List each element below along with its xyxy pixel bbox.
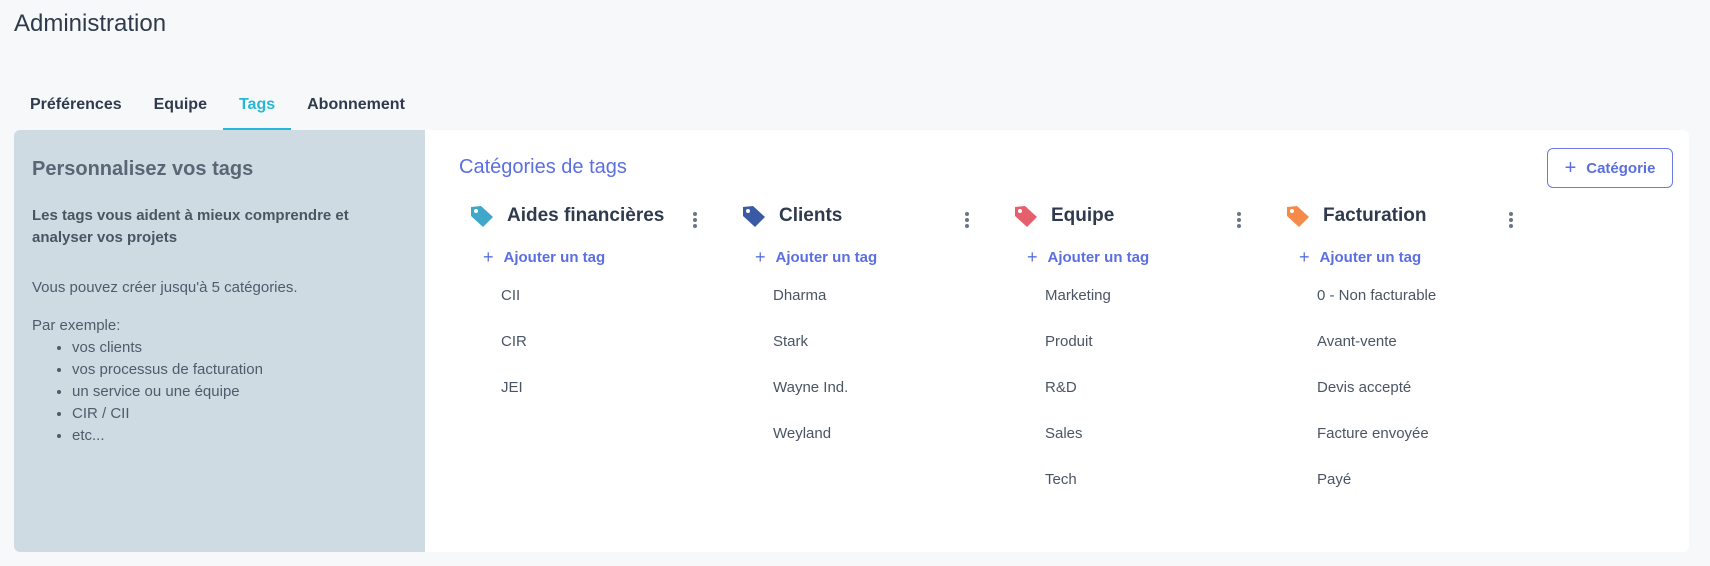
tag-item[interactable]: R&D [1045, 378, 1285, 424]
tag-item[interactable]: Tech [1045, 470, 1285, 516]
add-tag-label: Ajouter un tag [503, 248, 606, 266]
category-title: Aides financières [507, 205, 665, 226]
tag-icon [741, 204, 767, 228]
tag-item[interactable]: Facture envoyée [1317, 424, 1557, 470]
tab-preferences[interactable]: Préférences [14, 90, 138, 130]
tag-item[interactable]: Marketing [1045, 286, 1285, 332]
sidebar-examples-label: Par exemple: [32, 317, 121, 334]
sidebar-examples-list: vos clients vos processus de facturation… [32, 337, 407, 447]
tag-item[interactable]: Produit [1045, 332, 1285, 378]
tag-list: Marketing Produit R&D Sales Tech [1045, 286, 1285, 516]
sidebar-title: Personnalisez vos tags [32, 158, 254, 180]
tag-item[interactable]: Payé [1317, 470, 1557, 516]
tag-item[interactable]: 0 - Non facturable [1317, 286, 1557, 332]
add-category-button[interactable]: + Catégorie [1547, 148, 1673, 188]
tag-list: 0 - Non facturable Avant-vente Devis acc… [1317, 286, 1557, 516]
category-menu-icon[interactable] [689, 210, 701, 230]
category-column-equipe: Equipe + Ajouter un tag Marketing Produi… [1013, 204, 1285, 516]
add-tag-button[interactable]: + Ajouter un tag [1299, 246, 1557, 268]
tag-item[interactable]: Sales [1045, 424, 1285, 470]
add-tag-button[interactable]: + Ajouter un tag [1027, 246, 1285, 268]
category-column-clients: Clients + Ajouter un tag Dharma Stark Wa… [741, 204, 1013, 516]
tag-item[interactable]: Wayne Ind. [773, 378, 1013, 424]
tags-panel: Personnalisez vos tags Les tags vous aid… [14, 130, 1689, 552]
tag-item[interactable]: Weyland [773, 424, 1013, 470]
list-item: etc... [72, 425, 407, 447]
categories-title: Catégories de tags [459, 156, 627, 178]
tab-tags[interactable]: Tags [222, 90, 292, 130]
tag-icon [1285, 204, 1311, 228]
add-tag-button[interactable]: + Ajouter un tag [755, 246, 1013, 268]
plus-icon: + [483, 247, 494, 267]
tag-icon [1013, 204, 1039, 228]
category-title: Equipe [1051, 205, 1115, 226]
category-columns: Aides financières + Ajouter un tag CII C… [469, 204, 1557, 516]
page-title: Administration [14, 10, 167, 37]
tag-list: Dharma Stark Wayne Ind. Weyland [773, 286, 1013, 470]
plus-icon: + [1027, 247, 1038, 267]
tag-icon [469, 204, 495, 228]
sidebar-intro: Les tags vous aident à mieux comprendre … [32, 207, 349, 246]
sidebar-limit-text: Vous pouvez créer jusqu'à 5 catégories. [32, 279, 298, 296]
tab-abonnement[interactable]: Abonnement [291, 90, 421, 130]
category-column-facturation: Facturation + Ajouter un tag 0 - Non fac… [1285, 204, 1557, 516]
tag-item[interactable]: Devis accepté [1317, 378, 1557, 424]
add-tag-button[interactable]: + Ajouter un tag [483, 246, 741, 268]
category-title: Facturation [1323, 205, 1427, 226]
tag-item[interactable]: Stark [773, 332, 1013, 378]
tag-item[interactable]: CIR [501, 332, 741, 378]
add-tag-label: Ajouter un tag [1047, 248, 1150, 266]
add-category-label: Catégorie [1586, 159, 1656, 177]
categories-area: Catégories de tags + Catégorie Aides fin… [425, 130, 1689, 552]
category-menu-icon[interactable] [961, 210, 973, 230]
tab-equipe[interactable]: Equipe [138, 90, 223, 130]
list-item: vos clients [72, 337, 407, 359]
tag-item[interactable]: Avant-vente [1317, 332, 1557, 378]
tag-list: CII CIR JEI [501, 286, 741, 424]
tab-bar: Préférences Equipe Tags Abonnement [14, 90, 421, 130]
help-sidebar: Personnalisez vos tags Les tags vous aid… [14, 130, 425, 552]
tag-item[interactable]: Dharma [773, 286, 1013, 332]
plus-icon: + [755, 247, 766, 267]
category-column-aides-financieres: Aides financières + Ajouter un tag CII C… [469, 204, 741, 516]
category-title: Clients [779, 205, 843, 226]
plus-icon: + [1299, 247, 1310, 267]
plus-icon: + [1564, 157, 1577, 179]
list-item: vos processus de facturation [72, 359, 407, 381]
category-menu-icon[interactable] [1505, 210, 1517, 230]
category-menu-icon[interactable] [1233, 210, 1245, 230]
tag-item[interactable]: CII [501, 286, 741, 332]
add-tag-label: Ajouter un tag [775, 248, 878, 266]
add-tag-label: Ajouter un tag [1319, 248, 1422, 266]
list-item: CIR / CII [72, 403, 407, 425]
list-item: un service ou une équipe [72, 381, 407, 403]
tag-item[interactable]: JEI [501, 378, 741, 424]
